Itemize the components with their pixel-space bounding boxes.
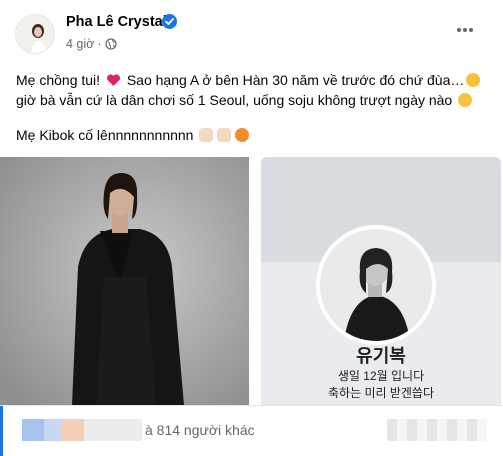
blurred-reaction-2 (44, 419, 62, 441)
facebook-post: Pha Lê Crystal 4 giờ · Mẹ chồng tui! Sao … (0, 0, 503, 456)
blurred-stats-right (387, 419, 487, 441)
smile-emoji (466, 73, 481, 87)
author-avatar[interactable] (15, 14, 55, 54)
selection-edge (0, 406, 3, 456)
post-text: Mẹ chồng tui! Sao hạng A ở bên Hàn 30 nă… (16, 62, 490, 145)
peace-emoji (217, 128, 232, 142)
profile-card-photo (316, 225, 436, 345)
blurred-reaction-1 (22, 419, 44, 441)
post-text-line2: Mẹ Kibok cố lênnnnnnnnnnn (16, 127, 198, 143)
photo-woman-black-suit[interactable] (0, 157, 249, 405)
profile-card: 유기복 생일 12월 입니다 축하는 미리 받겐씁다 (261, 157, 501, 405)
profile-card-line2: 축하는 미리 받겐씁다 (327, 386, 435, 400)
blurred-reaction-3 (62, 419, 84, 441)
photo-grid: 유기복 생일 12월 입니다 축하는 미리 받겐씁다 (0, 157, 503, 405)
post-time[interactable]: 4 giờ (66, 37, 94, 51)
profile-card-name: 유기복 (356, 346, 406, 366)
author-name[interactable]: Pha Lê Crystal (66, 14, 167, 30)
globe-icon[interactable] (105, 38, 117, 50)
spark-emoji (235, 128, 250, 142)
reactions-count[interactable]: à 814 người khác (145, 422, 255, 438)
post-text-line1c: giờ bà vẫn cứ là dân chơi số 1 Seoul, uố… (16, 92, 457, 108)
more-options-icon[interactable] (452, 20, 478, 40)
post-header: Pha Lê Crystal 4 giờ · (0, 0, 503, 62)
profile-card-line1: 생일 12월 입니다 (337, 369, 425, 383)
heart-emoji (106, 72, 121, 86)
post-text-line1: Mẹ chồng tui! (16, 72, 104, 88)
blurred-reaction-4 (84, 419, 142, 441)
reactions-bar: à 814 người khác (0, 405, 503, 456)
profile-card-image[interactable]: 유기복 생일 12월 입니다 축하는 미리 받겐씁다 (255, 157, 503, 405)
laughing-emoji (458, 93, 473, 107)
muscle-emoji (199, 128, 214, 142)
post-meta: 4 giờ · (66, 37, 105, 51)
meta-separator: · (97, 37, 102, 51)
post-text-line1b: Sao hạng A ở bên Hàn 30 năm về trước đó … (122, 72, 465, 88)
verified-badge-icon (162, 14, 177, 29)
